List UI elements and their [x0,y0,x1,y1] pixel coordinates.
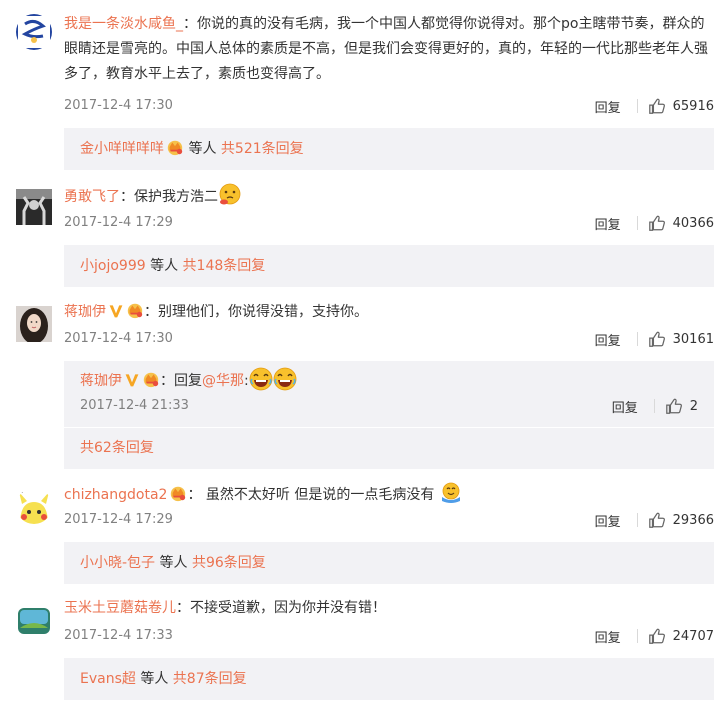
member-crown-icon [166,138,184,156]
username-link[interactable]: 玉米土豆蘑菇卷儿 [64,600,176,616]
thumbs-up-icon[interactable] [648,97,666,115]
more-text: 等人 [135,671,173,687]
more-replies-link[interactable]: 共148条回复 [183,258,266,274]
timestamp: 2017-12-4 17:30 [64,331,173,346]
sub-reply-actions: 回复 2 [612,396,698,416]
divider [64,427,714,428]
more-text: 等人 [184,141,221,157]
divider [636,629,638,643]
comment-text: ：保护我方浩二 [120,189,218,205]
like-count: 65916 [672,98,714,114]
like-count: 30161 [672,331,714,347]
reply-button[interactable]: 回复 [595,511,621,530]
comment-text: ： 虽然不太好听 但是说的一点毛病没有 [187,487,435,503]
reply-button[interactable]: 回复 [595,627,621,646]
sub-reply-timestamp: 2017-12-4 21:33 [80,398,189,413]
avatar[interactable] [16,306,52,342]
divider [653,399,655,413]
sub-reply-username-link[interactable]: 蒋珈伊 [80,373,122,389]
mention-link[interactable]: @华那 [202,373,244,389]
comment-actions: 回复 30161 [595,329,714,349]
comment-body: 勇敢飞了：保护我方浩二 [64,183,714,210]
thumbs-up-icon[interactable] [648,330,666,348]
more-replies-bar[interactable]: 小小晓-包子 等人 共96条回复 [64,542,714,584]
comment-body: 蒋珈伊 ：别理他们，你说得没错，支持你。 [64,300,714,325]
divider [636,332,638,346]
comment-body: 玉米土豆蘑菇卷儿：不接受道歉，因为你并没有错！ [64,596,714,621]
reply-button[interactable]: 回复 [612,397,638,416]
hug-emoji-icon [439,481,463,505]
reply-username-link[interactable]: 金小咩咩咩咩 [80,141,164,157]
thumbs-up-icon[interactable] [648,627,666,645]
thumbs-up-icon[interactable] [665,397,683,415]
divider [636,513,638,527]
verified-v-icon [124,372,140,388]
sub-reply-body: 蒋珈伊 ：回复@华那: [80,367,297,394]
like-count: 2 [689,398,698,414]
timestamp: 2017-12-4 17:33 [64,628,173,643]
member-crown-icon [169,484,187,502]
member-crown-icon [126,301,144,319]
sub-reply-text: ：回复 [160,373,202,389]
thumbs-up-icon[interactable] [648,214,666,232]
reply-button[interactable]: 回复 [595,97,621,116]
username-link[interactable]: 勇敢飞了 [64,189,120,205]
username-link[interactable]: 我是一条淡水咸鱼_ [64,16,183,32]
more-replies-link[interactable]: 共87条回复 [173,671,247,687]
comment-actions: 回复 40366 [595,213,714,233]
thinking-emoji-icon [218,183,242,207]
more-replies-link[interactable]: 共96条回复 [192,555,266,571]
more-replies-bar[interactable]: 小jojo999 等人 共148条回复 [64,245,714,287]
comment-actions: 回复 29366 [595,510,714,530]
avatar[interactable] [16,189,52,225]
member-crown-icon [142,370,160,388]
comment-body: 我是一条淡水咸鱼_：你说的真的没有毛病，我一个中国人都觉得你说得对。那个po主瞎… [64,12,714,87]
comment-actions: 回复 24707 [595,626,714,646]
timestamp: 2017-12-4 17:30 [64,98,173,113]
reply-button[interactable]: 回复 [595,214,621,233]
timestamp: 2017-12-4 17:29 [64,215,173,230]
more-text: 等人 [145,258,183,274]
comment-text: ：不接受道歉，因为你并没有错！ [176,600,386,616]
avatar[interactable] [16,604,52,640]
timestamp: 2017-12-4 17:29 [64,512,173,527]
more-text: 等人 [155,555,192,571]
laughing-emoji-icon [273,367,297,391]
like-count: 29366 [672,512,714,528]
username-link[interactable]: 蒋珈伊 [64,304,106,320]
avatar[interactable] [16,488,52,524]
reply-button[interactable]: 回复 [595,330,621,349]
reply-username-link[interactable]: 小jojo999 [80,258,146,274]
laughing-emoji-icon [249,367,273,391]
divider [636,216,638,230]
comment-text: ：别理他们，你说得没错，支持你。 [144,304,368,320]
username-link[interactable]: chizhangdota2 [64,487,167,503]
reply-username-link[interactable]: Evans超 [80,671,136,687]
thumbs-up-icon[interactable] [648,511,666,529]
like-count: 24707 [672,628,714,644]
more-replies-link[interactable]: 共62条回复 [80,440,154,456]
like-count: 40366 [672,215,714,231]
more-replies-bar[interactable]: 共62条回复 [80,428,154,469]
more-replies-bar[interactable]: 金小咩咩咩咩 等人 共521条回复 [64,128,714,170]
reply-username-link[interactable]: 小小晓-包子 [80,555,155,571]
divider [636,99,638,113]
sub-reply-panel: 蒋珈伊 ：回复@华那: 2017-12-4 21:33 回复 2 共62条回复 [64,361,714,469]
avatar[interactable] [16,14,52,50]
verified-v-icon [108,303,124,319]
comment-actions: 回复 65916 [595,96,714,116]
more-replies-link[interactable]: 共521条回复 [221,141,304,157]
comment-body: chizhangdota2 ： 虽然不太好听 但是说的一点毛病没有 [64,481,714,508]
more-replies-bar[interactable]: Evans超 等人 共87条回复 [64,658,714,700]
